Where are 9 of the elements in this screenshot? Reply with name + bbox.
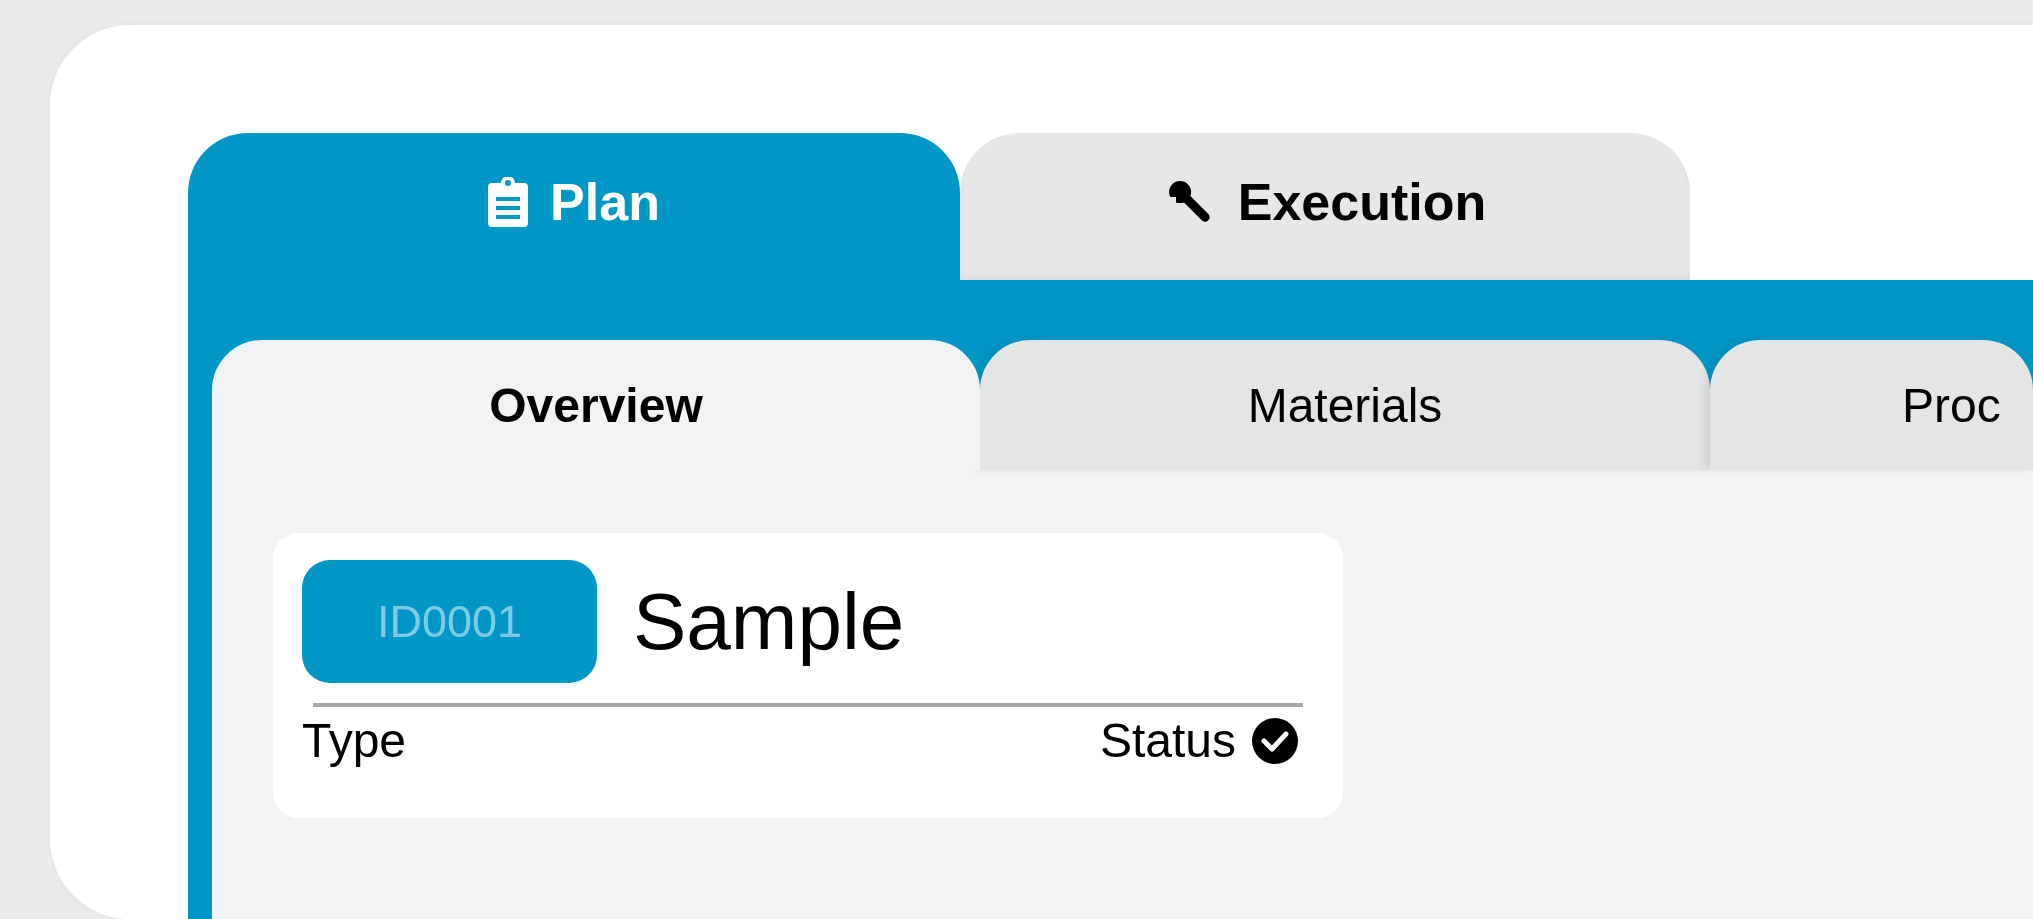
record-name: Sample bbox=[633, 575, 905, 668]
status-label: Status bbox=[1099, 713, 1236, 768]
sub-tab[interactable]: Proc bbox=[1710, 340, 2033, 470]
type-label: Type bbox=[302, 713, 407, 768]
sub-tab[interactable]: Materials bbox=[980, 340, 1710, 470]
clipboard-icon bbox=[488, 176, 529, 227]
sub-tab[interactable]: Overview bbox=[212, 340, 980, 470]
id-badge: ID0001 bbox=[302, 560, 597, 683]
main-tab[interactable]: Execution bbox=[960, 133, 1690, 280]
